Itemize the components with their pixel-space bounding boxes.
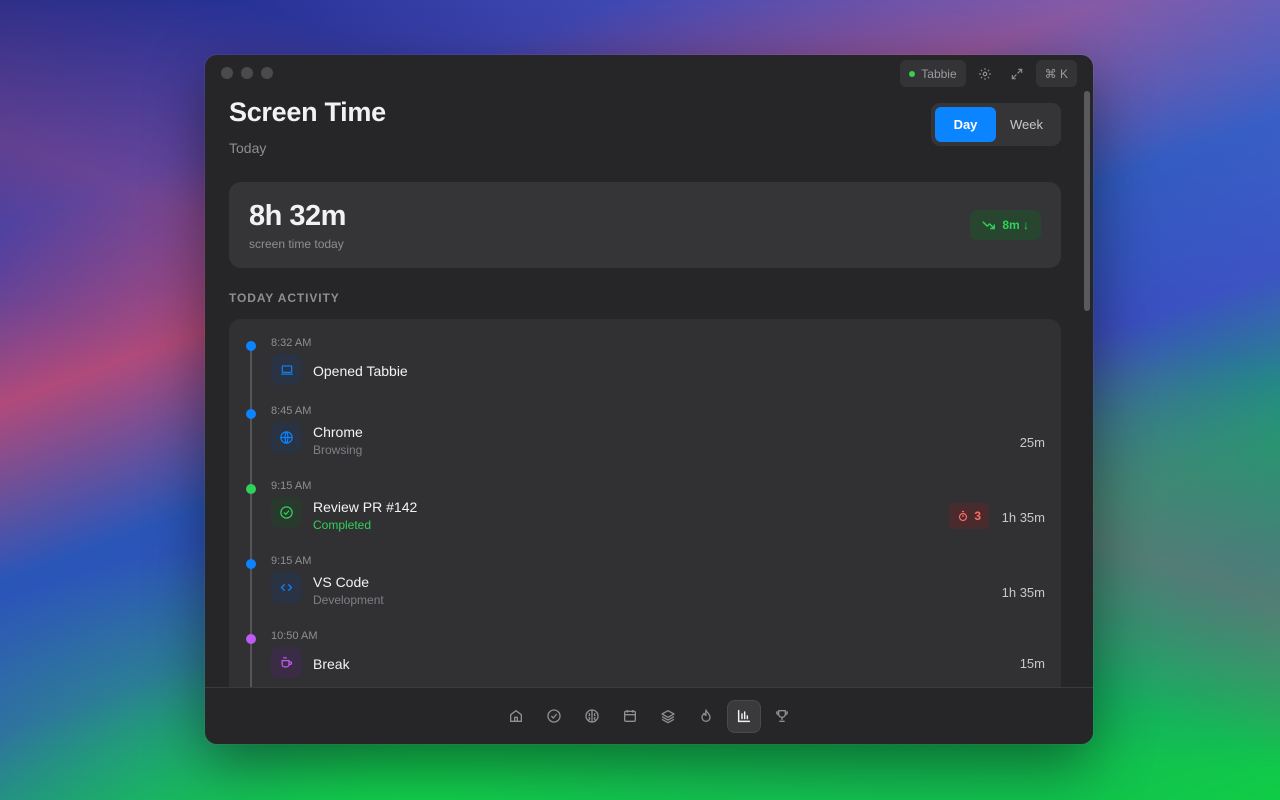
- nav-calendar[interactable]: [613, 700, 647, 733]
- activity-timeline: 8:32 AM Opened Tabbie 8:45 AM Chrome Bro…: [229, 319, 1061, 699]
- shortcut-label: ⌘ K: [1044, 66, 1068, 81]
- nav-tasks[interactable]: [537, 700, 571, 733]
- timeline-item[interactable]: 8:32 AM Opened Tabbie: [229, 319, 1061, 391]
- app-window: Tabbie ⌘ K Screen Time Today Day Week 8h…: [205, 55, 1093, 744]
- timeline-item-duration: 15m: [1019, 656, 1045, 671]
- scrollbar-thumb[interactable]: [1084, 91, 1090, 311]
- screen-time-summary-card: 8h 32m screen time today 8m ↓: [229, 182, 1061, 268]
- nav-home[interactable]: [499, 700, 533, 733]
- timeline-item-subtitle: Development: [313, 593, 384, 607]
- trend-label: 8m ↓: [1002, 218, 1029, 232]
- window-controls: [221, 67, 273, 79]
- timeline-item[interactable]: 8:45 AM Chrome Browsing 25m: [229, 387, 1061, 459]
- timeline-time: 8:32 AM: [271, 337, 312, 349]
- screen-time-total: 8h 32m: [249, 200, 346, 232]
- section-label-activity: TODAY ACTIVITY: [229, 291, 340, 305]
- timeline-dot: [246, 484, 256, 494]
- timeline-time: 10:50 AM: [271, 630, 318, 642]
- page-subtitle: Today: [229, 140, 267, 156]
- range-segmented-control: Day Week: [931, 103, 1061, 146]
- focus-count-badge: 3: [949, 503, 989, 529]
- timeline-item-name: VS Code: [313, 574, 370, 590]
- scrollbar[interactable]: [1084, 91, 1091, 311]
- focus-count-label: 3: [974, 509, 981, 523]
- command-palette-button[interactable]: ⌘ K: [1035, 60, 1077, 87]
- timeline-item-icon: [271, 422, 302, 453]
- timeline-item[interactable]: 9:15 AM Review PR #142 Completed 3 1h 35…: [229, 462, 1061, 534]
- laptop-icon: [280, 364, 293, 375]
- trend-down-icon: [982, 221, 996, 230]
- layers-icon: [661, 710, 675, 724]
- timeline-dot: [246, 341, 256, 351]
- status-dot-icon: [909, 70, 916, 77]
- home-icon: [510, 710, 522, 722]
- code-icon: [280, 583, 293, 592]
- page-title: Screen Time: [229, 97, 386, 127]
- bar-chart-icon: [737, 709, 751, 723]
- nav-streak[interactable]: [689, 700, 723, 733]
- timeline-item-duration: 1h 35m: [1001, 585, 1045, 600]
- timeline-time: 9:15 AM: [271, 555, 312, 567]
- nav-focus[interactable]: [575, 700, 609, 733]
- timeline-item-icon: [271, 354, 302, 385]
- title-bar: Tabbie ⌘ K: [205, 55, 1093, 91]
- screen-time-caption: screen time today: [249, 237, 344, 251]
- expand-icon: [1011, 68, 1022, 79]
- close-window-button[interactable]: [221, 67, 233, 79]
- expand-button[interactable]: [1004, 60, 1030, 87]
- gear-icon: [978, 67, 991, 80]
- app-status-label: Tabbie: [921, 66, 957, 81]
- trend-badge: 8m ↓: [970, 210, 1041, 240]
- timeline-item-subtitle: Browsing: [313, 443, 363, 457]
- flame-icon: [701, 709, 711, 722]
- timeline-item-duration: 25m: [1019, 435, 1045, 450]
- trophy-icon: [776, 710, 788, 722]
- timeline-item-subtitle: Completed: [313, 518, 372, 532]
- check-circle-icon: [547, 709, 561, 723]
- check-circle-icon: [280, 506, 293, 519]
- timeline-time: 8:45 AM: [271, 405, 312, 417]
- nav-screen-time[interactable]: [727, 699, 761, 733]
- calendar-icon: [624, 710, 636, 722]
- timeline-item-name: Break: [313, 656, 350, 672]
- timeline-item-name: Opened Tabbie: [313, 363, 408, 379]
- timeline-item[interactable]: 9:15 AM VS Code Development 1h 35m: [229, 537, 1061, 609]
- title-bar-actions: Tabbie ⌘ K: [900, 60, 1077, 87]
- coffee-icon: [281, 656, 293, 668]
- timeline-item[interactable]: 10:50 AM Break 15m: [229, 612, 1061, 684]
- timeline-item-icon: [271, 572, 302, 603]
- timeline-item-icon: [271, 647, 302, 678]
- range-option-day[interactable]: Day: [935, 107, 996, 142]
- minimize-window-button[interactable]: [241, 67, 253, 79]
- timeline-item-icon: [271, 497, 302, 528]
- timeline-dot: [246, 409, 256, 419]
- globe-icon: [280, 431, 293, 444]
- settings-button[interactable]: [972, 60, 998, 87]
- timeline-time: 9:15 AM: [271, 480, 312, 492]
- range-option-week[interactable]: Week: [996, 107, 1057, 142]
- timeline-dot: [246, 634, 256, 644]
- timeline-item-name: Review PR #142: [313, 499, 418, 515]
- timer-icon: [959, 510, 968, 522]
- timeline-item-name: Chrome: [313, 424, 363, 440]
- timeline-dot: [246, 559, 256, 569]
- nav-layers[interactable]: [651, 700, 685, 733]
- brain-icon: [585, 709, 599, 723]
- zoom-window-button[interactable]: [261, 67, 273, 79]
- app-status-pill[interactable]: Tabbie: [900, 60, 966, 87]
- bottom-navigation: [205, 687, 1093, 744]
- nav-achievements[interactable]: [765, 700, 799, 733]
- timeline-item-duration: 1h 35m: [1001, 510, 1045, 525]
